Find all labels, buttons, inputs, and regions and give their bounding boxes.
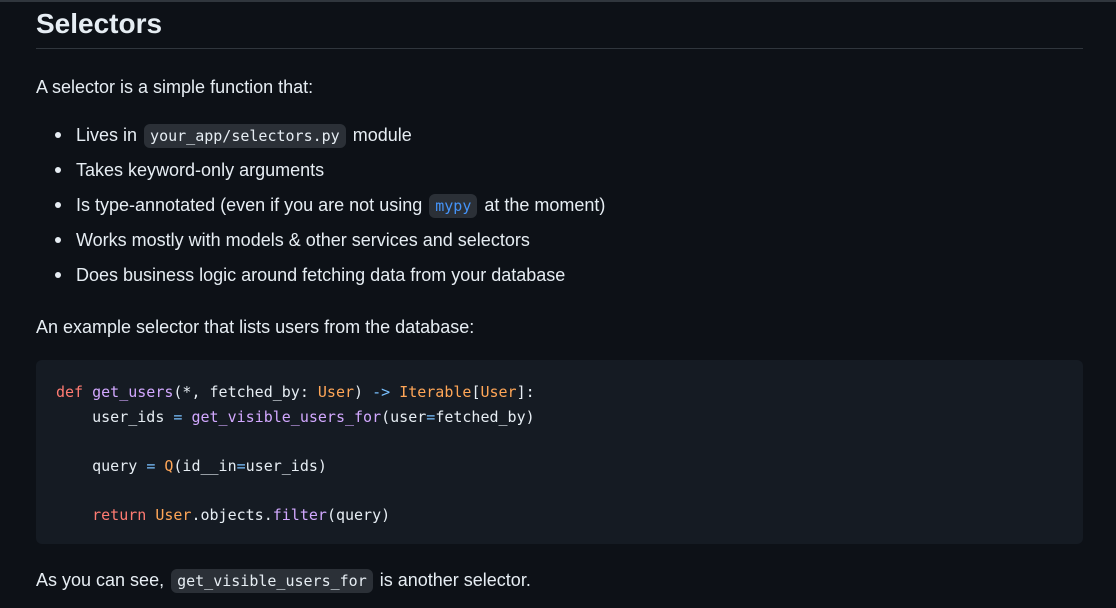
example-intro-paragraph: An example selector that lists users fro… [36,317,475,337]
outro-paragraph: As you can see, get_visible_users_for is… [36,568,531,593]
code-block[interactable]: def get_users(*, fetched_by: User) -> It… [36,360,1083,544]
selector-rules-list: Lives in your_app/selectors.py module Ta… [36,123,605,298]
list-item: Lives in your_app/selectors.py module [54,123,605,148]
list-item: Takes keyword-only arguments [54,158,605,182]
code-line-4: query = Q(id__in=user_ids) [92,456,327,475]
code-line-2: user_ids = get_visible_users_for(user=fe… [92,407,535,426]
intro-paragraph: A selector is a simple function that: [36,77,314,97]
list-item: Is type-annotated (even if you are not u… [54,193,605,218]
inline-code-module-path: your_app/selectors.py [144,124,346,148]
mypy-link[interactable]: mypy [429,194,478,218]
markdown-body: Selectors A selector is a simple functio… [36,0,1083,593]
code-line-1: def get_users(*, fetched_by: User) -> It… [56,383,535,401]
section-heading: Selectors [36,0,1083,49]
inline-code-function-name: get_visible_users_for [171,569,373,593]
code-line-6: return User.objects.filter(query) [92,505,391,524]
list-item: Works mostly with models & other service… [54,228,605,252]
list-item: Does business logic around fetching data… [54,263,605,287]
